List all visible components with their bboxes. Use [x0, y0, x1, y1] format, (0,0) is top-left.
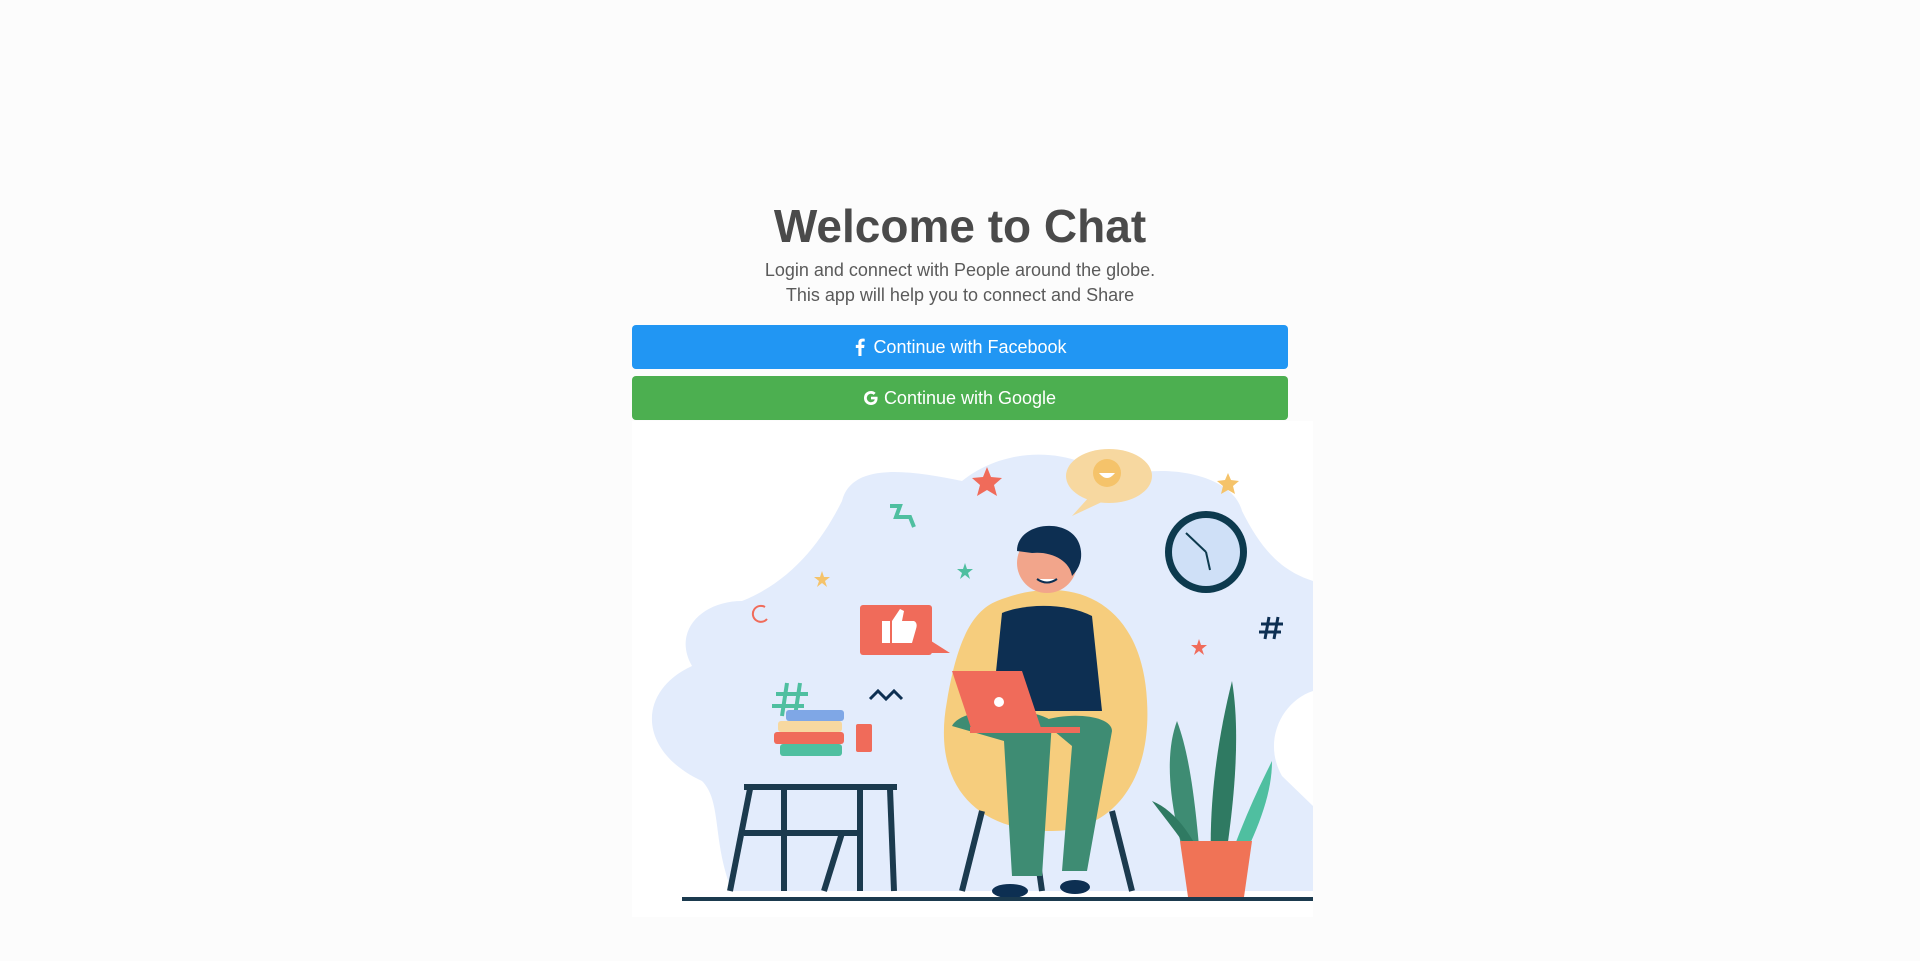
facebook-icon: [853, 338, 867, 356]
page-title: Welcome to Chat: [773, 200, 1147, 252]
subtitle-line-2: This app will help you to connect and Sh…: [785, 285, 1135, 305]
subtitle-line-1: Login and connect with People around the…: [764, 260, 1156, 280]
continue-with-facebook-button[interactable]: Continue with Facebook: [632, 325, 1288, 369]
continue-with-google-button[interactable]: Continue with Google: [632, 376, 1288, 420]
facebook-button-label: Continue with Facebook: [873, 336, 1067, 357]
google-icon: [863, 389, 878, 407]
cup: [856, 724, 872, 752]
login-page: Welcome to Chat Login and connect with P…: [0, 0, 1920, 961]
hero-illustration: [632, 421, 1313, 917]
google-button-label: Continue with Google: [883, 387, 1057, 408]
clock-icon: [1165, 511, 1247, 593]
